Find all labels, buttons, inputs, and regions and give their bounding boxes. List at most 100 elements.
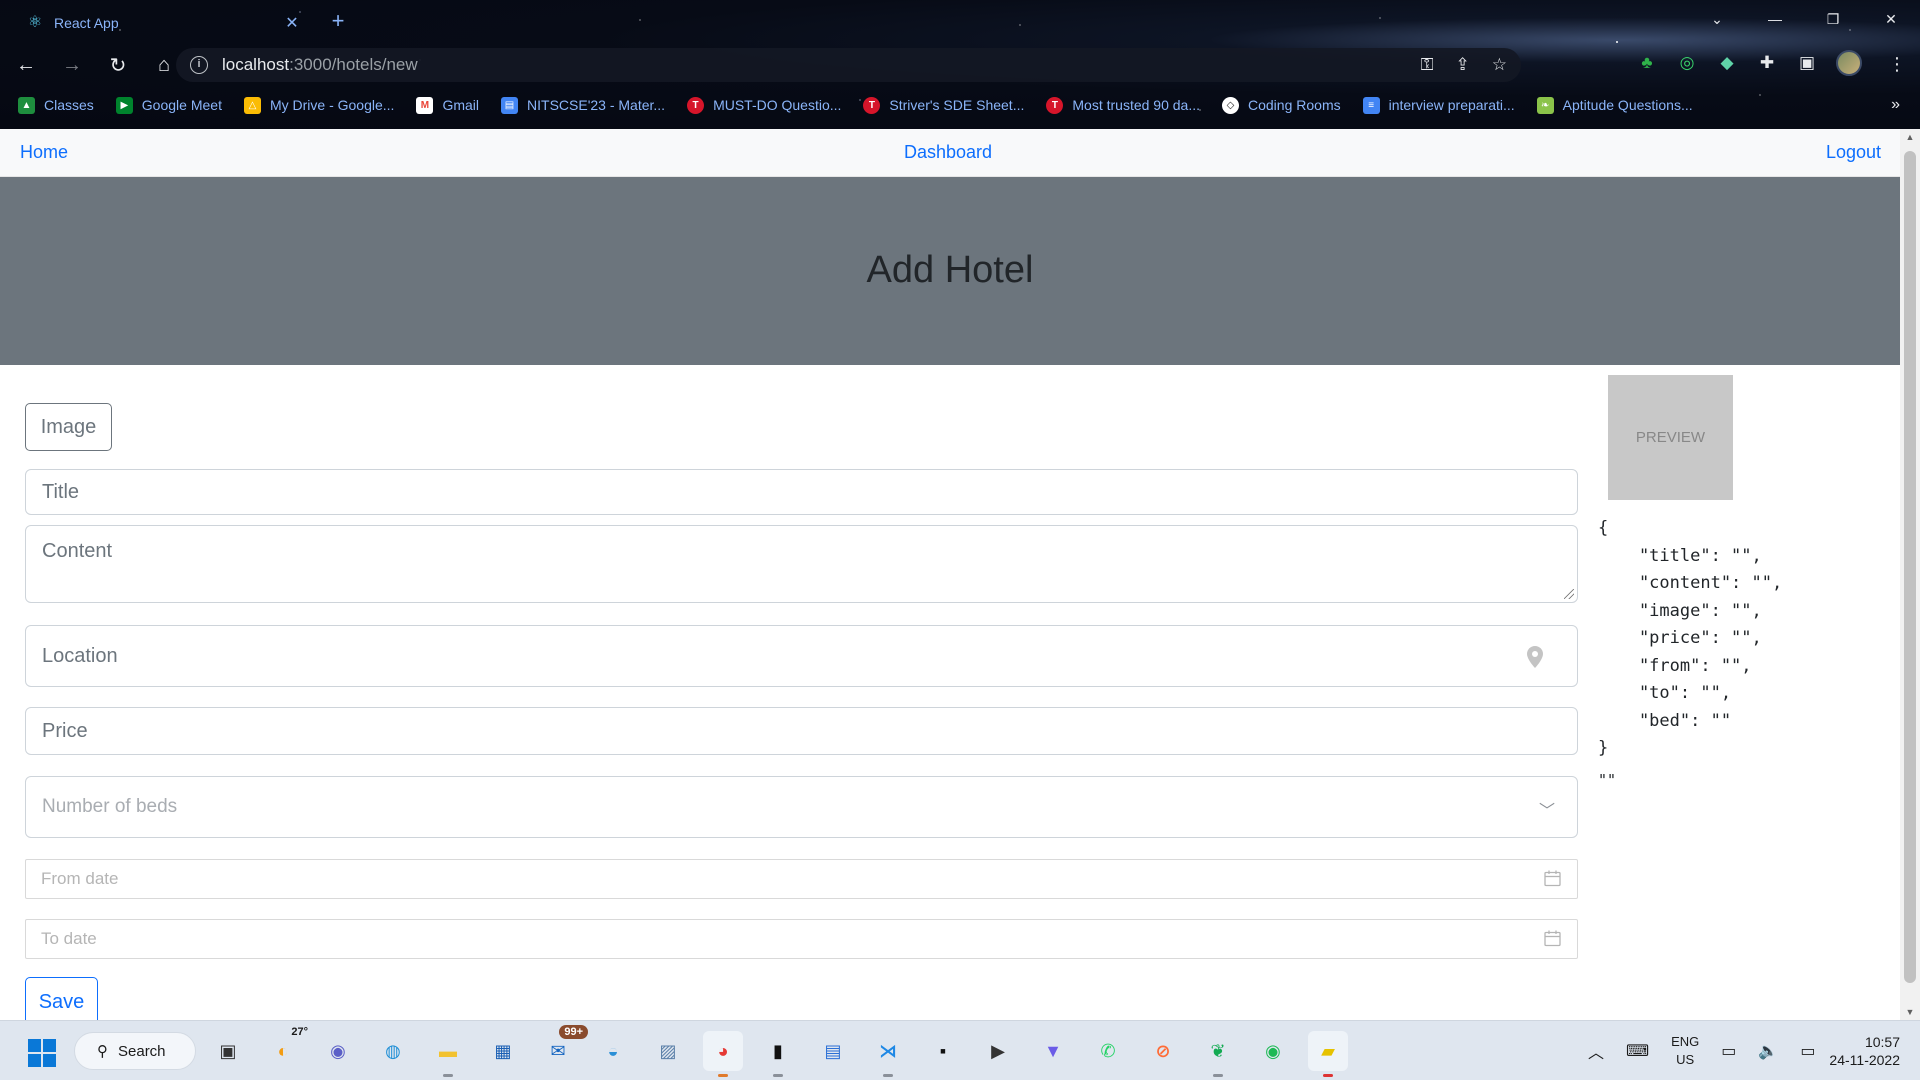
window-controls: ⌄ — ❐ ✕ [1688,0,1920,38]
save-button[interactable]: Save [25,977,98,1020]
taskbar-search[interactable]: ⚲ Search [74,1032,196,1070]
bookmark-item[interactable]: M Gmail [416,96,479,114]
bookmark-item[interactable]: T Striver's SDE Sheet... [863,96,1024,114]
sticky-notes-icon[interactable]: ▰ [1308,1031,1348,1077]
gmail-icon: M [416,96,434,114]
more-bookmarks-icon[interactable]: » [1891,96,1900,114]
bookmark-item[interactable]: △ My Drive - Google... [243,96,394,114]
network-icon[interactable]: ▭ [1721,1041,1736,1061]
tuf-icon: T [687,96,705,114]
pin-extension-icon[interactable]: ◆ [1716,52,1738,74]
media-player-icon[interactable]: ▶ [978,1031,1018,1071]
battery-icon[interactable]: ▭ [1800,1041,1815,1061]
postman-icon[interactable]: ⊘ [1143,1031,1183,1071]
extensions: ♣ ◎ ◆ ✚ ▣ [1636,50,1862,76]
nav-home-link[interactable]: Home [20,142,68,163]
menu-icon[interactable]: ⋮ [1888,54,1906,75]
from-date-picker[interactable]: From date [25,859,1578,899]
scroll-down-icon[interactable]: ▼ [1900,1004,1920,1020]
resize-handle-icon[interactable] [1564,589,1574,599]
page-scrollbar[interactable]: ▲ ▼ [1900,129,1920,1020]
bookmark-item[interactable]: ≡ interview preparati... [1362,96,1515,114]
bookmark-item[interactable]: ▲ Classes [18,96,94,114]
image-upload-button[interactable]: Image [25,403,112,451]
forward-button[interactable]: → [52,48,92,82]
store-icon[interactable]: ▦ [483,1031,523,1071]
tuf-icon: T [1046,96,1064,114]
chrome-icon[interactable]: ◕ [703,1031,743,1077]
puzzle-icon[interactable]: ✚ [1756,52,1778,74]
minimize-button[interactable]: — [1746,0,1804,38]
url-text: localhost:3000/hotels/new [222,55,418,74]
chevron-up-icon[interactable]: ︿ [1588,1039,1604,1063]
drive-icon: △ [243,96,261,114]
mongodb-icon[interactable]: ❦ [1198,1031,1238,1077]
tab-title: React App [54,15,119,31]
bookmark-item[interactable]: ◇ Coding Rooms [1222,96,1341,114]
new-tab-button[interactable]: + [324,8,352,34]
vscode-icon[interactable]: ⋊ [868,1031,908,1077]
close-window-button[interactable]: ✕ [1862,0,1920,38]
bookmark-item[interactable]: ▶ Google Meet [115,96,222,114]
back-button[interactable]: ← [6,48,46,82]
pycharm-icon[interactable]: ▪ [923,1031,963,1071]
address-bar[interactable]: i localhost:3000/hotels/new ⚿ ⇪ ☆ [176,48,1521,82]
meet-icon: ▶ [115,96,133,114]
nav-logout-link[interactable]: Logout [1826,142,1881,163]
title-input[interactable]: Title [25,469,1578,515]
reload-button[interactable]: ↻ [98,48,138,82]
taskbar-clock[interactable]: 10:57 24-11-2022 [1829,1033,1900,1069]
scroll-up-icon[interactable]: ▲ [1900,129,1920,145]
terminal-icon[interactable]: ▮ [758,1031,798,1077]
keyboard-icon[interactable]: ⌨ [1626,1041,1649,1061]
browser-tab[interactable]: ⚛ React App ✕ [14,6,314,40]
key-icon[interactable]: ⚿ [1421,55,1434,75]
share-icon[interactable]: ⇪ [1456,55,1470,75]
weather-icon[interactable]: ◐ 27° [263,1026,308,1071]
bookmark-item[interactable]: T MUST-DO Questio... [687,96,841,114]
restore-button[interactable]: ❐ [1804,0,1862,38]
messenger-icon[interactable]: ◒ [593,1031,633,1071]
profile-avatar[interactable] [1836,50,1862,76]
tree-extension-icon[interactable]: ♣ [1636,52,1658,74]
beds-placeholder: Number of beds [42,796,178,817]
beds-select[interactable]: Number of beds ﹀ [25,776,1578,838]
whatsapp-icon[interactable]: ✆ [1088,1031,1128,1071]
chat-icon[interactable]: ◉ [318,1031,358,1071]
edge-icon[interactable]: ◍ [373,1031,413,1071]
bookmark-item[interactable]: ▤ NITSCSE'23 - Mater... [501,96,665,114]
web-page: Home Dashboard Logout Add Hotel Image Ti… [0,129,1900,1020]
tab-search-icon[interactable]: ⌄ [1688,0,1746,38]
coding-rooms-icon: ◇ [1222,96,1239,114]
volume-icon[interactable]: 🔈 [1758,1041,1778,1061]
content-placeholder: Content [42,540,113,562]
calendar-icon [1544,930,1561,947]
mail-badge: 99+ [559,1025,588,1039]
location-placeholder: Location [42,644,118,667]
star-icon[interactable]: ☆ [1492,55,1507,75]
bookmark-item[interactable]: ❧ Aptitude Questions... [1536,96,1693,114]
folder-icon: ▤ [501,96,519,114]
windows-start-icon[interactable] [28,1039,56,1067]
to-date-picker[interactable]: To date [25,919,1578,959]
language-indicator[interactable]: ENG US [1671,1033,1699,1069]
price-input[interactable]: Price [25,707,1578,755]
site-info-icon[interactable]: i [190,56,208,74]
notepad-icon[interactable]: ▤ [813,1031,853,1071]
scroll-thumb[interactable] [1904,151,1916,983]
vpn-icon[interactable]: ▼ [1033,1031,1073,1071]
content-textarea[interactable]: Content [25,525,1578,603]
spotify-icon[interactable]: ◉ [1253,1031,1293,1071]
close-icon[interactable]: ✕ [282,13,302,33]
nav-dashboard-link[interactable]: Dashboard [904,142,992,163]
file-explorer-icon[interactable]: ▬ [428,1031,468,1077]
bookmark-item[interactable]: T Most trusted 90 da... [1046,96,1200,114]
mail-icon[interactable]: ✉ 99+ [538,1025,588,1071]
sidepanel-icon[interactable]: ▣ [1796,52,1818,74]
browser-chrome: ⚛ React App ✕ + ⌄ — ❐ ✕ ← → ↻ ⌂ i localh… [0,0,1920,129]
photos-icon[interactable]: ▨ [648,1031,688,1071]
location-input[interactable]: Location [25,625,1578,687]
task-view-icon[interactable]: ▣ [208,1031,248,1071]
page-title: Add Hotel [866,248,1034,291]
target-extension-icon[interactable]: ◎ [1676,52,1698,74]
